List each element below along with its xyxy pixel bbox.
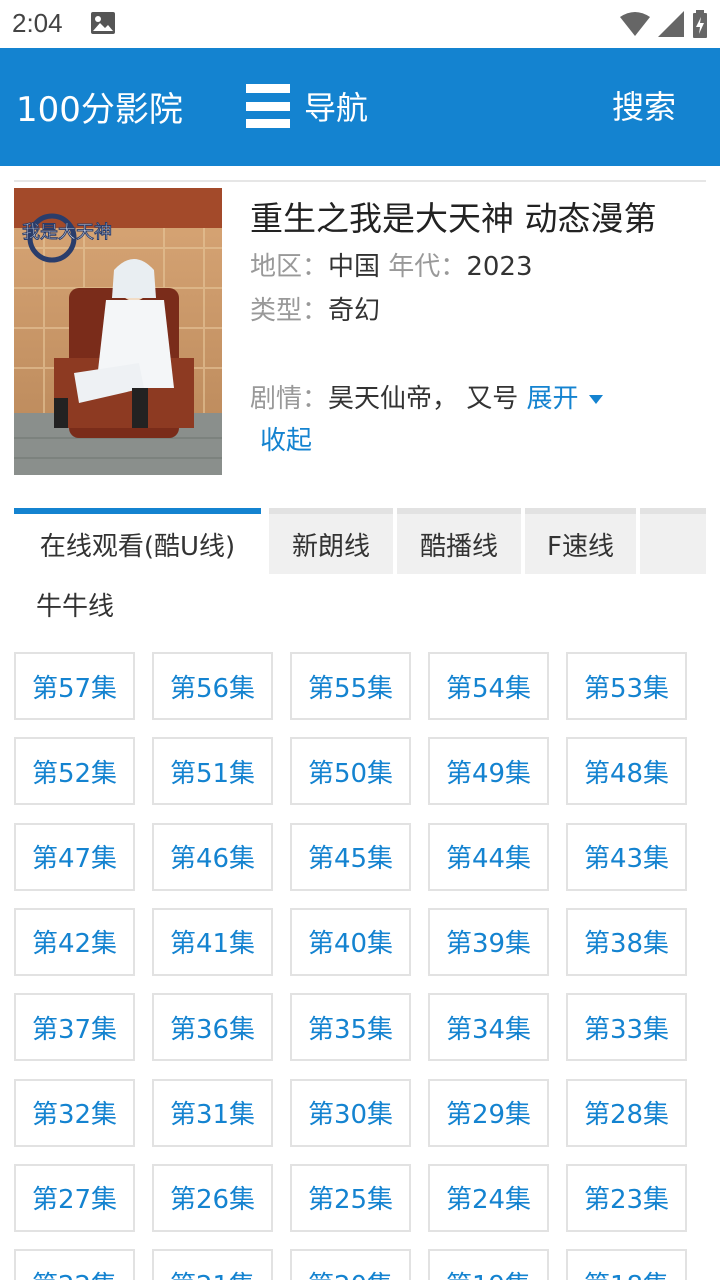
episode-button[interactable]: 第29集 <box>428 1078 549 1147</box>
svg-text:我是大天神: 我是大天神 <box>22 222 112 243</box>
episode-button[interactable]: 第22集 <box>14 1249 135 1280</box>
episode-button[interactable]: 第46集 <box>152 822 273 891</box>
wifi-icon <box>620 12 650 36</box>
episode-button[interactable]: 第36集 <box>152 993 273 1062</box>
poster-image[interactable]: 我是大天神 <box>14 188 222 475</box>
episode-button[interactable]: 第18集 <box>566 1249 687 1280</box>
episode-button[interactable]: 第26集 <box>152 1163 273 1232</box>
app-header: 100分影院 导航 搜索 <box>0 48 720 166</box>
plot-text: 昊天仙帝， 又号 <box>328 384 519 414</box>
episode-button[interactable]: 第34集 <box>428 993 549 1062</box>
episode-button[interactable]: 第57集 <box>14 652 135 720</box>
episode-button[interactable]: 第41集 <box>152 907 273 976</box>
episode-button[interactable]: 第20集 <box>290 1249 411 1280</box>
caret-down-icon <box>588 395 603 404</box>
episode-button[interactable]: 第50集 <box>290 737 411 806</box>
episode-button[interactable]: 第55集 <box>290 652 411 720</box>
episode-button[interactable]: 第35集 <box>290 993 411 1062</box>
nav-label: 导航 <box>304 89 369 127</box>
search-button[interactable]: 搜索 <box>612 82 676 128</box>
episode-button[interactable]: 第42集 <box>14 907 135 976</box>
region-value: 中国 <box>328 252 381 282</box>
episode-button[interactable]: 第23集 <box>566 1163 687 1232</box>
episode-button[interactable]: 第39集 <box>428 907 549 976</box>
tab-fsu[interactable]: F速线 <box>525 508 636 574</box>
expand-button[interactable]: 展开 <box>527 384 603 414</box>
episode-button[interactable]: 第47集 <box>14 822 135 891</box>
image-icon <box>91 12 115 34</box>
year-value: 2023 <box>466 252 533 282</box>
video-title: 重生之我是大天神 动态漫第 <box>250 199 657 238</box>
episode-button[interactable]: 第31集 <box>152 1078 273 1147</box>
status-bar: 2:04 <box>0 0 720 48</box>
episode-button[interactable]: 第38集 <box>566 907 687 976</box>
status-time: 2:04 <box>12 8 63 38</box>
meta-region-year: 地区：中国 年代：2023 <box>250 246 532 283</box>
episode-button[interactable]: 第51集 <box>152 737 273 806</box>
site-logo-text[interactable]: 100分影院 <box>16 82 183 131</box>
tab-kubo[interactable]: 酷播线 <box>397 508 521 574</box>
episode-button[interactable]: 第52集 <box>14 737 135 806</box>
meta-genre: 类型：奇幻 <box>250 290 380 327</box>
year-label: 年代： <box>388 252 467 282</box>
episode-button[interactable]: 第56集 <box>152 652 273 720</box>
episode-button[interactable]: 第44集 <box>428 822 549 891</box>
menu-icon <box>246 84 290 128</box>
episode-button[interactable]: 第48集 <box>566 737 687 806</box>
tab-niuniu[interactable]: 牛牛线 <box>14 568 138 634</box>
episode-button[interactable]: 第28集 <box>566 1078 687 1147</box>
genre-label: 类型： <box>250 296 329 326</box>
episode-button[interactable]: 第24集 <box>428 1163 549 1232</box>
episode-button[interactable]: 第21集 <box>152 1249 273 1280</box>
collapse-button[interactable]: 收起 <box>260 420 312 457</box>
genre-value: 奇幻 <box>328 296 381 326</box>
episode-button[interactable]: 第49集 <box>428 737 549 806</box>
tab-kuu[interactable]: 在线观看(酷U线) <box>14 508 261 574</box>
meta-plot: 剧情：昊天仙帝， 又号 展开 <box>250 378 603 415</box>
nav-button[interactable]: 导航 <box>246 82 368 130</box>
episode-button[interactable]: 第33集 <box>566 993 687 1062</box>
episode-button[interactable]: 第19集 <box>428 1249 549 1280</box>
episode-button[interactable]: 第30集 <box>290 1078 411 1147</box>
expand-label: 展开 <box>526 384 579 414</box>
episode-button[interactable]: 第37集 <box>14 993 135 1062</box>
episode-button[interactable]: 第40集 <box>290 907 411 976</box>
episode-button[interactable]: 第27集 <box>14 1163 135 1232</box>
episode-button[interactable]: 第45集 <box>290 822 411 891</box>
battery-icon <box>693 10 707 38</box>
episode-button[interactable]: 第25集 <box>290 1163 411 1232</box>
episode-button[interactable]: 第53集 <box>566 652 687 720</box>
status-icons <box>620 10 708 38</box>
episode-button[interactable]: 第54集 <box>428 652 549 720</box>
tab-xinlang[interactable]: 新朗线 <box>269 508 393 574</box>
signal-icon <box>658 11 684 37</box>
tab-more[interactable] <box>640 508 706 574</box>
episode-button[interactable]: 第43集 <box>566 822 687 891</box>
plot-label: 剧情： <box>250 384 329 414</box>
episode-button[interactable]: 第32集 <box>14 1078 135 1147</box>
region-label: 地区： <box>250 252 329 282</box>
divider <box>14 180 706 182</box>
